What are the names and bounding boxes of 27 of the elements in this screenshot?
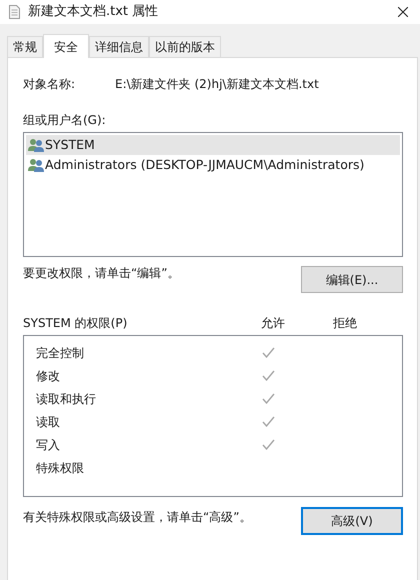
edit-button[interactable]: 编辑(E)... [301, 266, 403, 293]
column-header: 拒绝 [332, 315, 358, 332]
hint-text: 要更改权限，请单击“编辑”。 [23, 264, 180, 282]
field-label: 对象名称: [23, 76, 76, 93]
permission-name: 修改 [36, 368, 61, 384]
advanced-button[interactable]: 高级(V) [301, 507, 403, 535]
permission-name: 特殊权限 [36, 460, 85, 476]
tab[interactable]: 安全 [43, 34, 89, 58]
user-list-item[interactable]: SYSTEM [26, 135, 400, 155]
permission-name: 读取 [36, 414, 61, 430]
user-list-item[interactable]: Administrators (DESKTOP-JJMAUCM\Administrators) [26, 155, 400, 175]
hint-text: 有关特殊权限或高级设置，请单击“高级”。 [23, 509, 252, 526]
section-label: SYSTEM 的权限(P) [23, 315, 128, 332]
window-title: 新建文本文档.txt 属性 [28, 3, 158, 22]
column-header: 允许 [260, 315, 286, 332]
permission-name: 读取和执行 [36, 390, 97, 408]
close-icon[interactable] [398, 7, 408, 17]
section-label: 组或用户名(G): [23, 112, 106, 129]
permission-name: 完全控制 [36, 344, 85, 362]
permission-name: 写入 [36, 436, 61, 454]
object-path: E:\新建文件夹 (2)hj\新建文本文档.txt [115, 76, 319, 93]
tab[interactable]: 以前的版本 [149, 36, 221, 57]
users-icon [28, 158, 44, 172]
tab[interactable]: 常规 [7, 36, 43, 57]
users-icon [28, 138, 44, 152]
document-icon [9, 5, 20, 19]
tab[interactable]: 详细信息 [89, 36, 149, 57]
